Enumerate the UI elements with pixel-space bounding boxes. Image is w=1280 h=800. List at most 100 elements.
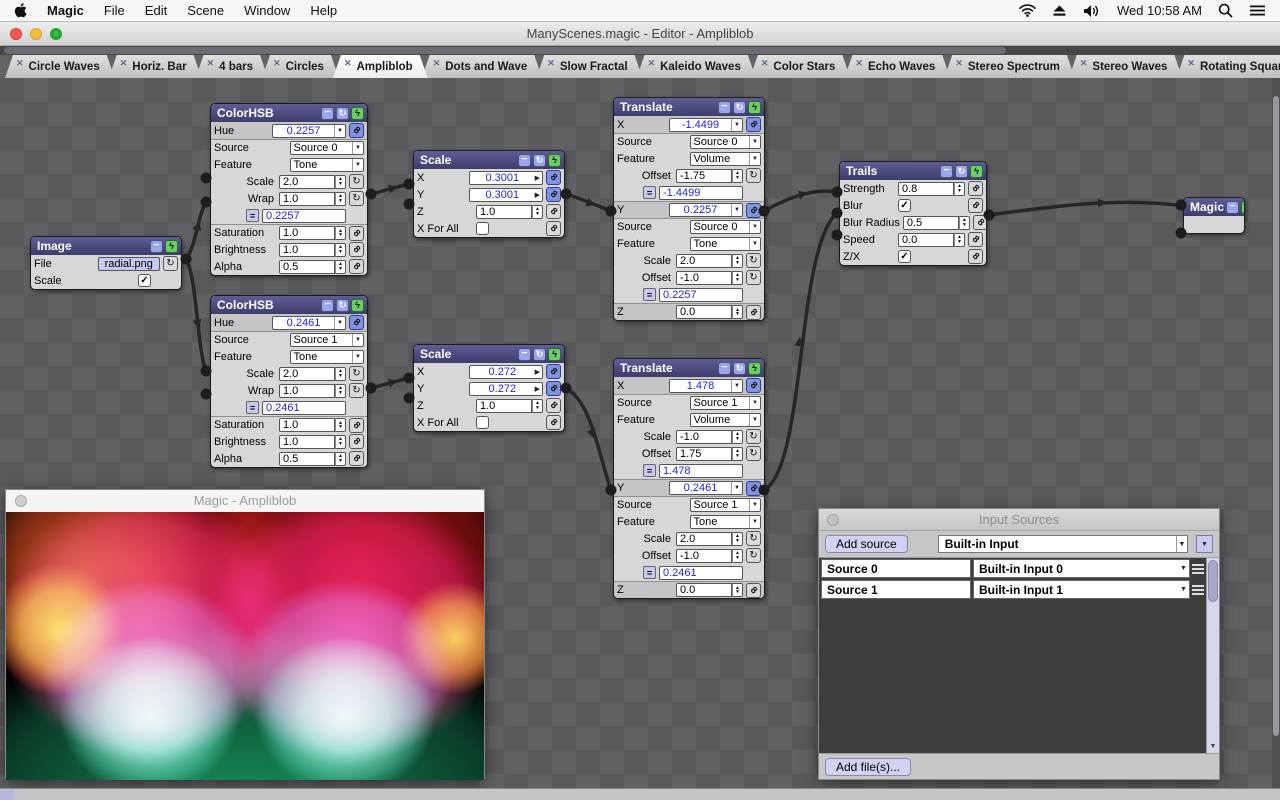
node-scale-1[interactable]: Scale−↻ϟX0.3001▶8Y0.3001▶8Z1.0▲▼8X For A… [413,150,565,238]
zoom-window-button[interactable] [50,28,62,40]
number-field[interactable]: 1.0 [279,418,335,432]
cycle-icon[interactable]: ↻ [746,270,761,285]
cycle-icon[interactable]: ↻ [349,191,364,206]
cycle-icon[interactable]: ↻ [336,107,349,120]
chevron-down-icon[interactable]: ▼ [731,204,742,216]
expand-right-icon[interactable]: ▶ [535,385,542,393]
reload-icon[interactable]: ↻ [163,256,178,271]
dropdown-select[interactable]: Source 0▼ [690,220,762,234]
number-field[interactable]: 0.8 [898,182,954,196]
link-icon[interactable]: 8 [546,204,561,219]
number-field[interactable]: 0.0 [898,233,954,247]
link-icon[interactable]: 8 [746,305,761,320]
equals-button[interactable]: = [643,288,656,301]
link-icon[interactable]: 8 [349,451,364,466]
enable-bolt-icon[interactable]: ϟ [351,299,364,312]
chevron-down-icon[interactable]: ▼ [334,317,345,329]
stepper-arrows[interactable]: ▲▼ [732,583,743,597]
cycle-icon[interactable]: ↻ [733,362,746,375]
stepper-arrows[interactable]: ▲▼ [732,549,743,563]
source-name-field[interactable]: Source 0 [821,559,971,578]
param-value-field[interactable]: 0.3001▶ [469,188,543,202]
equals-button[interactable]: = [643,566,656,579]
tab-circles[interactable]: ✕Circles [262,55,339,78]
scroll-down-arrow-icon[interactable]: ▼ [1207,739,1219,753]
menu-item-edit[interactable]: Edit [135,0,177,22]
enable-bolt-icon[interactable]: ϟ [165,240,178,253]
list-icon[interactable] [1249,4,1266,17]
cycle-icon[interactable]: ↻ [733,101,746,114]
enable-bolt-icon[interactable]: ϟ [548,348,561,361]
expand-right-icon[interactable]: ▶ [535,191,542,199]
cycle-icon[interactable]: ↻ [746,548,761,563]
tab-close-icon[interactable]: ✕ [1080,58,1088,69]
cycle-icon[interactable]: ↻ [349,366,364,381]
collapse-icon[interactable]: − [518,348,531,361]
link-icon[interactable]: 8 [546,170,561,185]
number-field[interactable]: 0.0 [676,305,732,319]
file-field[interactable]: radial.png [98,257,161,271]
stepper-arrows[interactable]: ▲▼ [954,182,965,196]
link-icon[interactable]: 8 [746,378,761,393]
link-icon[interactable]: 8 [973,215,987,230]
menu-item-help[interactable]: Help [300,0,347,22]
param-value-field[interactable]: 0.2257▼ [669,203,743,217]
tab-color-stars[interactable]: ✕Color Stars [750,55,851,78]
link-icon[interactable]: 8 [546,364,561,379]
number-field[interactable]: 1.0 [476,205,532,219]
stepper-arrows[interactable]: ▲▼ [954,233,965,247]
preview-titlebar[interactable]: Magic - Ampliblob [6,490,484,512]
equals-button[interactable]: = [643,464,656,477]
stepper-arrows[interactable]: ▲▼ [732,271,743,285]
number-field[interactable]: -1.0 [676,549,732,563]
node-translate-1[interactable]: Translate−↻ϟX-1.4499▼8SourceSource 0▼Fea… [613,97,765,321]
param-value-field[interactable]: 0.272▶ [469,382,543,396]
number-field[interactable]: 0.5 [903,216,959,230]
input-sources-close-button[interactable] [827,514,839,526]
cycle-icon[interactable]: ↻ [746,253,761,268]
node-editor-canvas[interactable]: Magic - Ampliblob Input Sources Add sour… [0,78,1280,800]
checkbox[interactable]: ✓ [898,199,911,212]
tab-rotating-squares[interactable]: ✕Rotating Squares [1176,55,1280,78]
stepper-arrows[interactable]: ▲▼ [335,452,346,466]
stepper-arrows[interactable]: ▲▼ [335,384,346,398]
link-icon[interactable]: 8 [546,398,561,413]
menu-item-magic[interactable]: Magic [37,0,94,22]
chevron-down-icon[interactable]: ▼ [731,119,742,131]
tab-horiz-bar[interactable]: ✕Horiz. Bar [109,55,202,78]
number-field[interactable]: 2.0 [676,254,732,268]
dropdown-select[interactable]: Source 0▼ [290,141,365,155]
source-list-scrollbar[interactable]: ▼ [1206,558,1219,753]
link-icon[interactable]: 8 [746,117,761,132]
stepper-arrows[interactable]: ▲▼ [335,367,346,381]
link-icon[interactable]: 8 [746,481,761,496]
enable-bolt-icon[interactable]: ϟ [970,165,983,178]
param-value-field[interactable]: 0.2461▼ [272,316,346,330]
dropdown-select[interactable]: Source 1▼ [690,498,762,512]
checkbox[interactable]: ✓ [138,274,151,287]
tab-close-icon[interactable]: ✕ [955,58,963,69]
enable-bolt-icon[interactable]: ϟ [548,154,561,167]
tab-close-icon[interactable]: ✕ [855,58,863,69]
tab-close-icon[interactable]: ✕ [1187,58,1195,69]
port-image-out[interactable] [181,254,192,265]
stepper-arrows[interactable]: ▲▼ [335,435,346,449]
param-value-field[interactable]: 0.2461▼ [669,481,743,495]
dropdown-select[interactable]: Source 1▼ [690,396,762,410]
tab-close-icon[interactable]: ✕ [120,58,128,69]
expand-right-icon[interactable]: ▶ [535,174,542,182]
link-icon[interactable]: 8 [349,315,364,330]
cycle-icon[interactable]: ↻ [746,429,761,444]
chevron-down-icon[interactable]: ▼ [334,125,345,137]
stepper-arrows[interactable]: ▲▼ [732,169,743,183]
search-icon[interactable] [1218,3,1233,18]
tab-stereo-spectrum[interactable]: ✕Stereo Spectrum [944,55,1075,78]
collapse-icon[interactable]: − [1226,201,1239,214]
collapse-icon[interactable]: − [518,154,531,167]
link-icon[interactable]: 8 [968,198,983,213]
tab-echo-waves[interactable]: ✕Echo Waves [844,55,950,78]
builtin-input-dropdown[interactable]: Built-in Input ▼ [938,535,1188,553]
dropdown-select[interactable]: Volume▼ [690,413,762,427]
param-value-field[interactable]: 0.3001▶ [469,171,543,185]
chevron-down-icon[interactable]: ▼ [731,482,742,494]
